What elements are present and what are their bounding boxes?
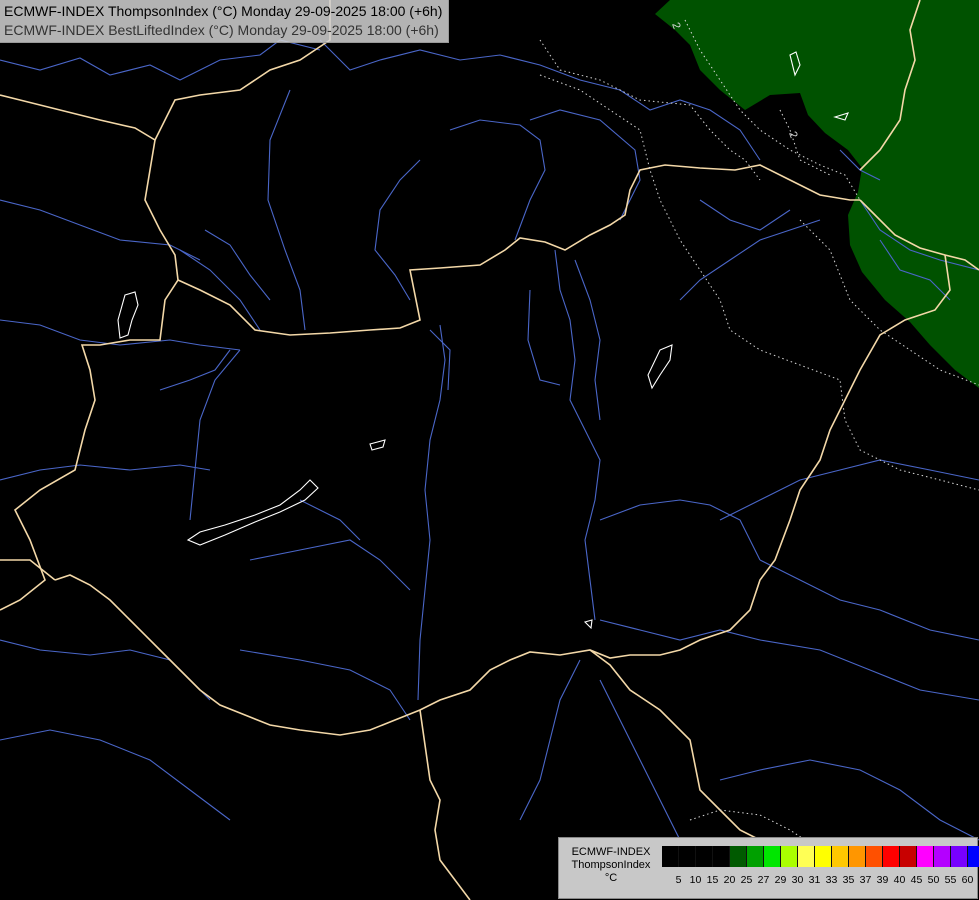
secondary-title: ECMWF-INDEX BestLiftedIndex (°C) Monday …	[4, 22, 439, 38]
legend-tick-label: 31	[808, 874, 821, 886]
weather-map-viewer: 2 2 ECMWF-INDEX ThompsonIndex (°C) Monda…	[0, 0, 979, 900]
map-canvas: 2 2	[0, 0, 979, 900]
legend-swatches	[662, 846, 979, 867]
legend-ticks: 5 10 15 20 25 27 29 30 31 33 35 37 39 40 45 50 55 60	[662, 874, 976, 888]
legend-tick-label: 20	[723, 874, 736, 886]
legend-swatch	[798, 846, 815, 867]
legend-tick-label: 5	[675, 874, 682, 886]
legend-swatch	[730, 846, 747, 867]
legend-unit: °C	[604, 872, 618, 884]
legend-tick-label: 27	[757, 874, 770, 886]
legend-swatch	[747, 846, 764, 867]
legend-swatch	[883, 846, 900, 867]
legend-swatch	[696, 846, 713, 867]
legend-swatch	[900, 846, 917, 867]
legend-tick-label: 60	[961, 874, 974, 886]
legend-tick-label: 40	[893, 874, 906, 886]
legend-swatch	[662, 846, 679, 867]
color-legend: ECMWF-INDEX ThompsonIndex °C 5 10 15 20 25 27…	[558, 837, 979, 899]
legend-tick-label: 45	[910, 874, 923, 886]
legend-title: ECMWF-INDEX ThompsonIndex °C	[561, 846, 661, 885]
legend-swatch	[781, 846, 798, 867]
legend-swatch	[679, 846, 696, 867]
legend-tick-label: 39	[876, 874, 889, 886]
legend-tick-label: 10	[689, 874, 702, 886]
legend-swatch	[917, 846, 934, 867]
primary-title: ECMWF-INDEX ThompsonIndex (°C) Monday 29…	[4, 3, 443, 19]
legend-tick-label: 15	[706, 874, 719, 886]
legend-swatch	[866, 846, 883, 867]
legend-tick-label: 55	[944, 874, 957, 886]
legend-tick-label: 35	[842, 874, 855, 886]
legend-tick-label: 37	[859, 874, 872, 886]
legend-tick-label: 25	[740, 874, 753, 886]
legend-swatch	[713, 846, 730, 867]
legend-swatch	[832, 846, 849, 867]
legend-swatch	[934, 846, 951, 867]
legend-tick-label: 33	[825, 874, 838, 886]
legend-swatch	[815, 846, 832, 867]
legend-swatch	[764, 846, 781, 867]
legend-tick-label: 29	[774, 874, 787, 886]
legend-model: ECMWF-INDEX	[571, 846, 651, 858]
map-title-box: ECMWF-INDEX ThompsonIndex (°C) Monday 29…	[0, 0, 450, 43]
legend-parameter: ThompsonIndex	[571, 859, 651, 871]
legend-swatch	[951, 846, 968, 867]
legend-tick-label: 30	[791, 874, 804, 886]
legend-swatch	[968, 846, 979, 867]
legend-tick-label: 50	[927, 874, 940, 886]
legend-swatch	[849, 846, 866, 867]
